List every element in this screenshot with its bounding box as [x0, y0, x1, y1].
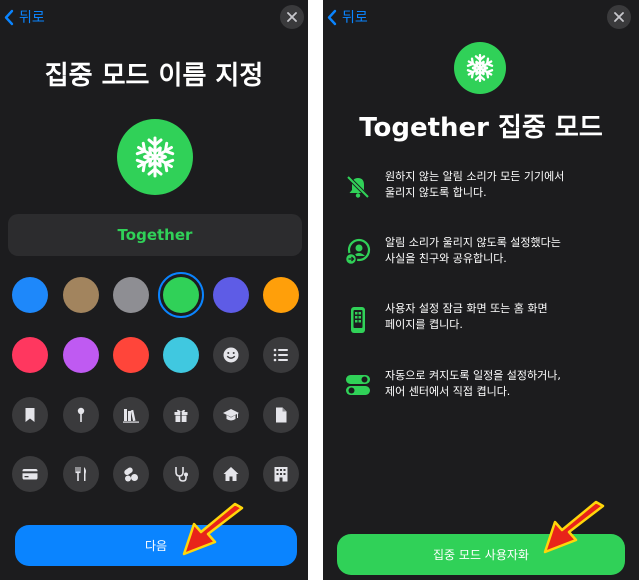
color-swatch-gray[interactable] [113, 277, 149, 313]
icon-option-fork-knife[interactable] [63, 456, 99, 492]
bookmark-icon [25, 408, 35, 422]
color-swatch-blue[interactable] [12, 277, 48, 313]
graduation-cap-icon [223, 409, 239, 421]
pin-icon [77, 407, 85, 422]
back-button[interactable]: 뒤로 [326, 7, 368, 27]
page-title: 집중 모드 이름 지정 [44, 61, 264, 91]
bell-slash-icon [343, 172, 373, 202]
person-share-icon [343, 237, 373, 267]
icon-option-smiley[interactable] [213, 337, 249, 373]
gift-icon [174, 409, 188, 422]
feature-text-share: 알림 소리가 울리지 않도록 설정했다는 사실을 친구와 공유합니다. [385, 236, 561, 265]
back-button[interactable]: 뒤로 [3, 7, 45, 27]
back-label: 뒤로 [19, 10, 45, 26]
icon-option-pin[interactable] [63, 397, 99, 433]
feature-text-silence: 원하지 않는 알림 소리가 모든 기기에서 울리지 않도록 합니다. [385, 170, 565, 199]
smiley-icon [223, 347, 239, 363]
feature-text-screens: 사용자 설정 잠금 화면 또는 홈 화면 페이지를 켭니다. [385, 302, 548, 331]
color-swatch-green[interactable] [163, 277, 199, 313]
icon-option-document[interactable] [263, 397, 299, 433]
color-swatch-purple[interactable] [63, 337, 99, 373]
color-swatch-orange[interactable] [263, 277, 299, 313]
stethoscope-icon [175, 467, 188, 482]
snowflake-icon [134, 136, 176, 178]
icon-option-list[interactable] [263, 337, 299, 373]
next-button[interactable]: 다음 [15, 525, 297, 566]
icon-option-bookmark[interactable] [12, 397, 48, 433]
color-swatch-pink[interactable] [12, 337, 48, 373]
focus-icon-preview [117, 119, 193, 195]
pills-icon [124, 467, 138, 482]
icon-option-card[interactable] [12, 456, 48, 492]
phone-screen-icon [343, 305, 373, 335]
icon-option-stethoscope[interactable] [163, 456, 199, 492]
pointer-arrow-icon [182, 502, 244, 556]
document-icon [276, 407, 287, 423]
credit-card-icon [22, 469, 38, 480]
left-screen: 뒤로 집중 모드 이름 지정 Together 다음 [0, 0, 308, 580]
books-icon [123, 409, 139, 423]
icon-option-building[interactable] [263, 456, 299, 492]
close-icon [614, 12, 624, 22]
color-swatch-red[interactable] [113, 337, 149, 373]
page-title: Together 집중 모드 [359, 113, 603, 143]
close-button[interactable] [607, 5, 631, 29]
pointer-arrow-icon [543, 500, 605, 554]
focus-icon-preview [454, 42, 506, 94]
list-icon [273, 348, 288, 362]
chevron-left-icon [327, 9, 337, 25]
chevron-left-icon [4, 9, 14, 25]
icon-option-house[interactable] [213, 456, 249, 492]
close-icon [287, 12, 297, 22]
icon-option-pills[interactable] [113, 456, 149, 492]
toggles-icon [343, 370, 373, 400]
focus-name-input[interactable] [8, 214, 302, 256]
color-swatch-tan[interactable] [63, 277, 99, 313]
building-icon [274, 467, 288, 482]
feature-text-schedule: 자동으로 켜지도록 일정을 설정하거나, 제어 센터에서 직접 켭니다. [385, 369, 561, 398]
snowflake-icon [465, 53, 495, 83]
color-swatch-indigo[interactable] [213, 277, 249, 313]
right-screen: 뒤로 Together 집중 모드 원하지 않는 알림 소리가 모든 기기에서 … [323, 0, 639, 580]
fork-knife-icon [75, 467, 86, 481]
icon-option-gift[interactable] [163, 397, 199, 433]
close-button[interactable] [280, 5, 304, 29]
color-swatch-cyan[interactable] [163, 337, 199, 373]
house-icon [223, 467, 239, 481]
icon-option-books[interactable] [113, 397, 149, 433]
back-label: 뒤로 [342, 10, 368, 26]
icon-option-graduation[interactable] [213, 397, 249, 433]
